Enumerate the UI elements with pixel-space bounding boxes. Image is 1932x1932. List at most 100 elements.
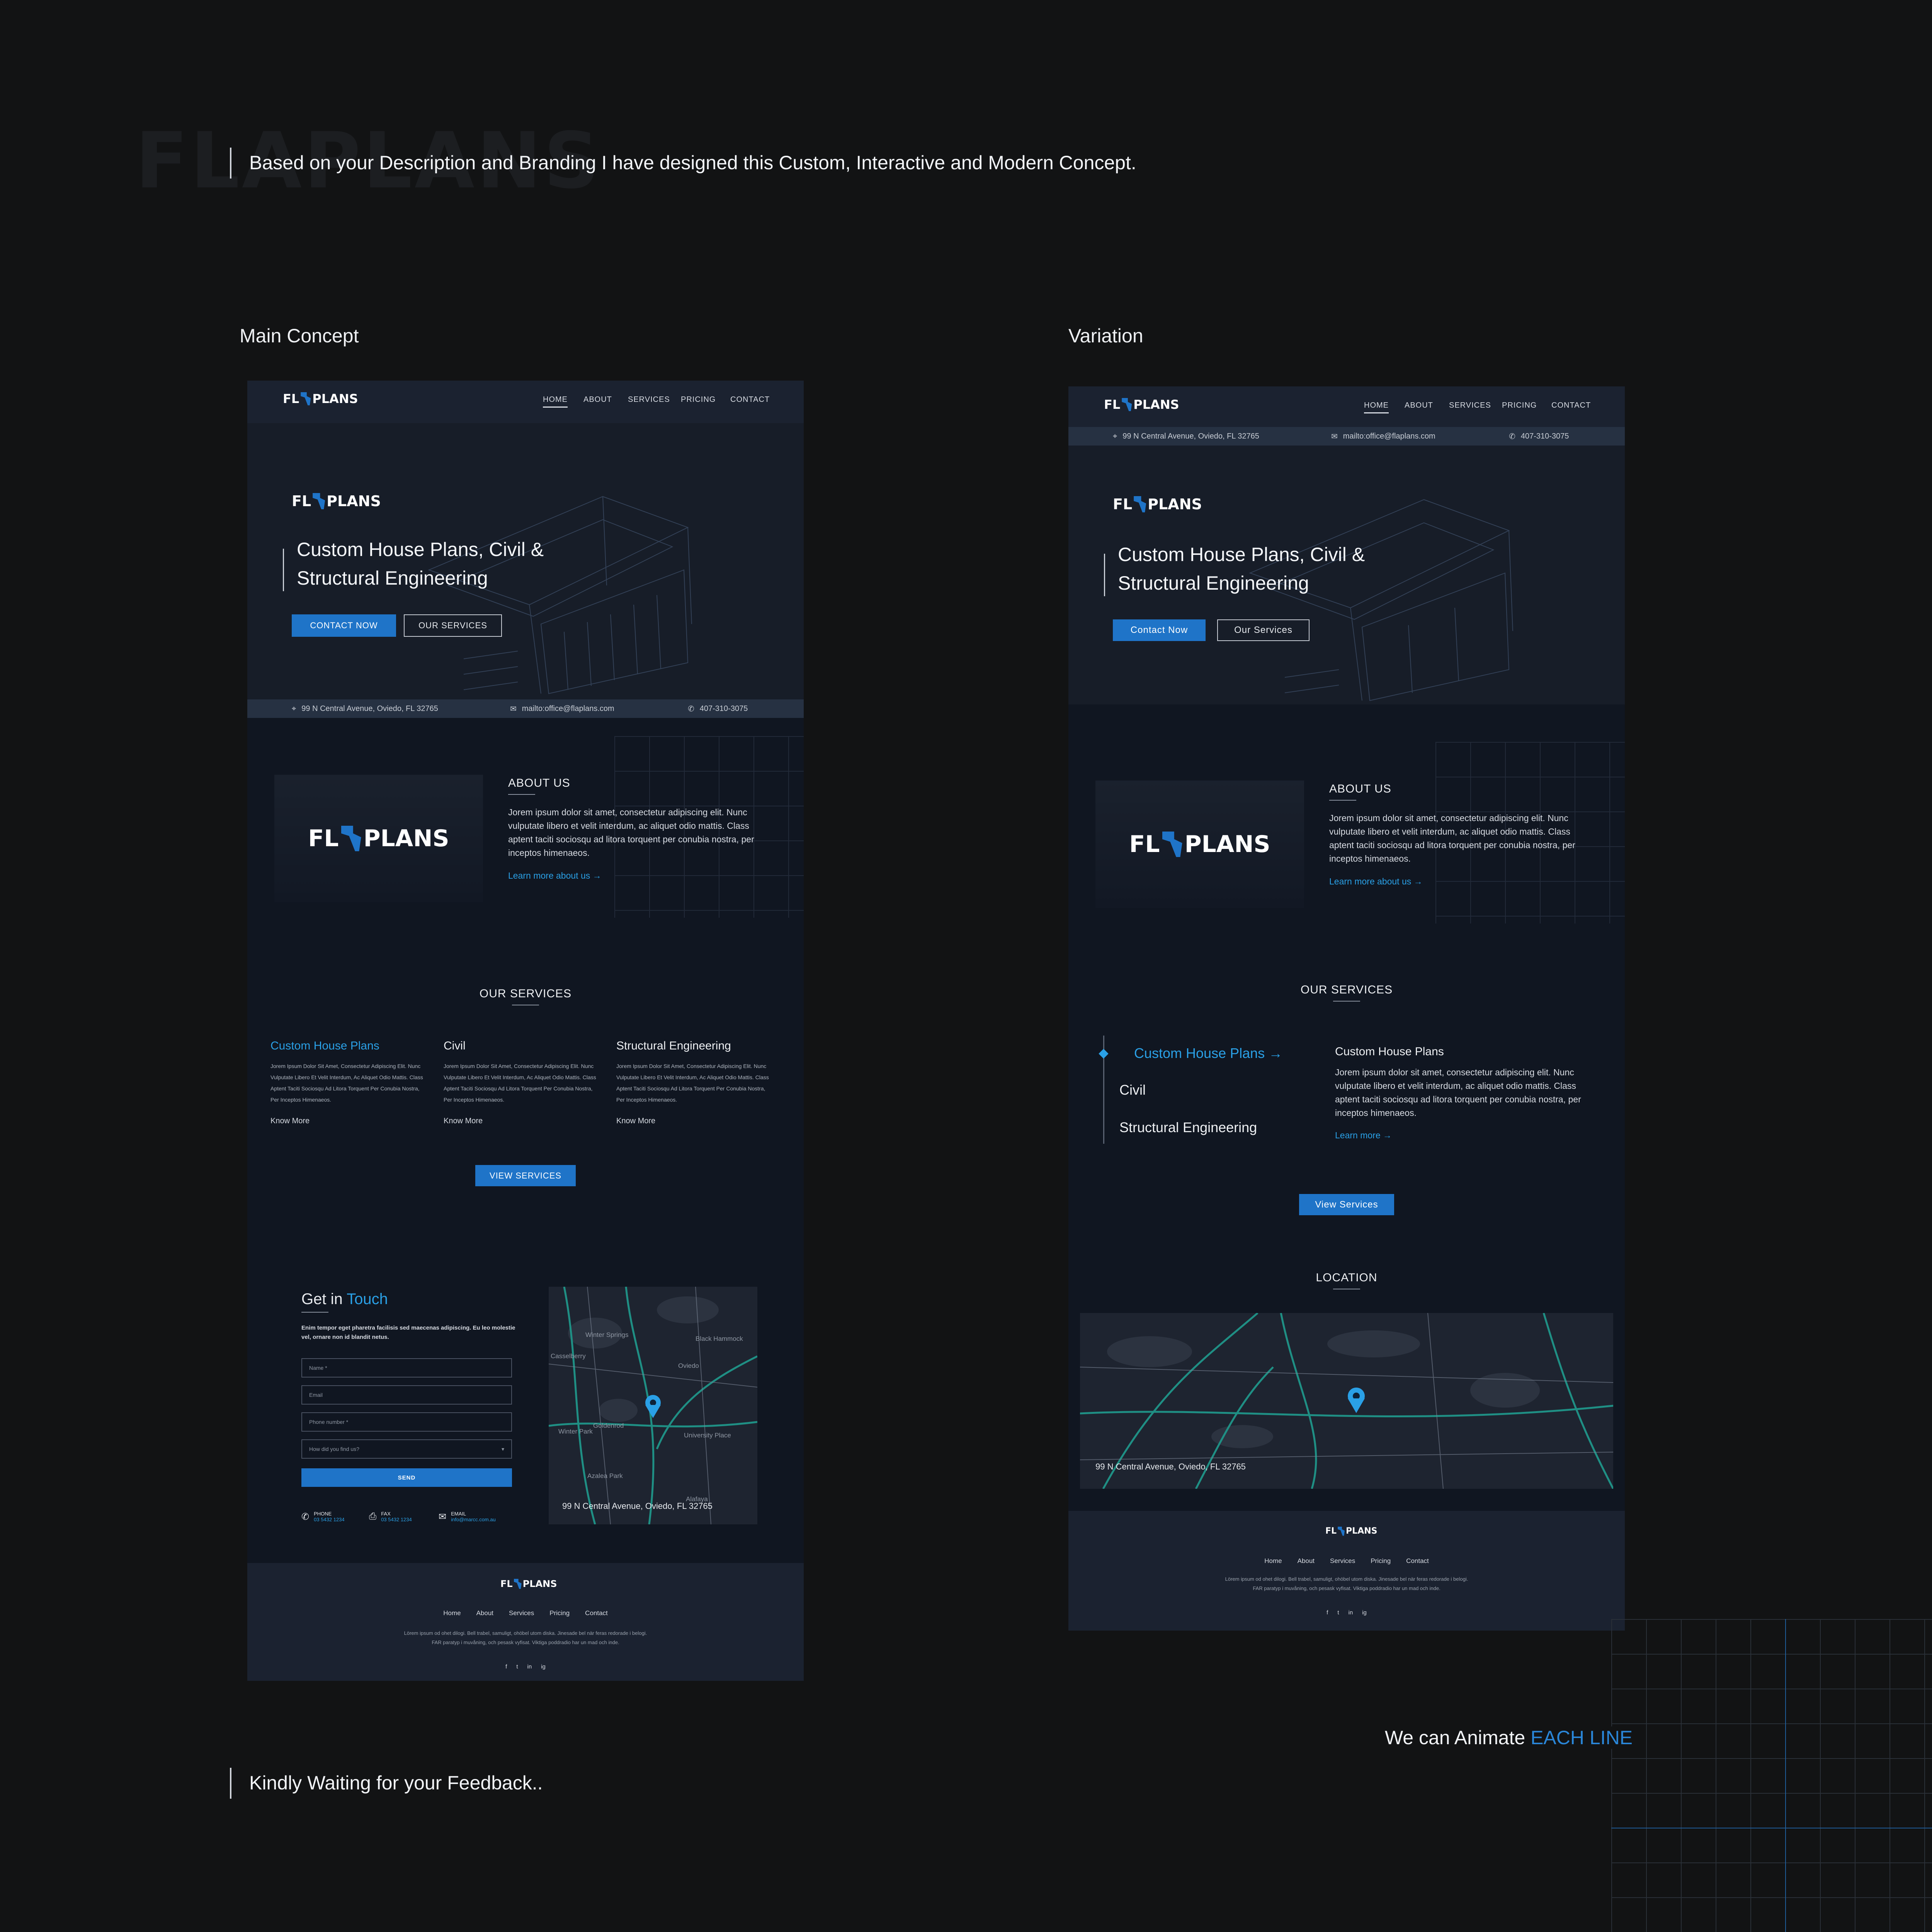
var-map[interactable]: 99 N Central Avenue, Oviedo, FL 32765	[1080, 1313, 1613, 1489]
main-nav-services[interactable]: SERVICES	[628, 395, 670, 404]
main-concept-label: Main Concept	[240, 325, 359, 347]
main-nav-home[interactable]: HOME	[543, 395, 568, 408]
var-our-services-button[interactable]: Our Services	[1217, 619, 1310, 641]
linkedin-icon[interactable]: in	[527, 1663, 532, 1670]
main-view-services-button[interactable]: VIEW SERVICES	[475, 1165, 576, 1186]
var-learn-more-link[interactable]: Learn more about us →	[1329, 876, 1423, 887]
footer-links: Home About Services Pricing Contact	[1068, 1557, 1625, 1565]
source-select[interactable]: How did you find us? ▾	[301, 1439, 512, 1459]
footer-logo[interactable]: FL PLANS	[500, 1578, 557, 1589]
main-address-item: ⌖ 99 N Central Avenue, Oviedo, FL 32765	[292, 704, 438, 713]
var-service-learn-more[interactable]: Learn more →	[1335, 1130, 1392, 1141]
main-contact-now-button[interactable]: CONTACT NOW	[292, 614, 396, 637]
florida-map-icon	[514, 1579, 522, 1589]
facebook-icon[interactable]: f	[505, 1663, 507, 1670]
var-services-heading: OUR SERVICES	[1300, 983, 1393, 996]
var-nav-contact[interactable]: CONTACT	[1551, 401, 1591, 410]
var-hero-title: Custom House Plans, Civil & Structural E…	[1118, 544, 1365, 594]
send-button[interactable]: SEND	[301, 1468, 512, 1487]
florida-map-icon	[1134, 496, 1146, 512]
footer-link-services[interactable]: Services	[509, 1609, 534, 1617]
var-contact-now-button[interactable]: Contact Now	[1113, 619, 1206, 641]
footer-text: Lörem ipsum od ohet dilogi. Bell trabel,…	[404, 1630, 647, 1645]
var-nav-about[interactable]: ABOUT	[1405, 401, 1433, 410]
contact-text: Enim tempor eget pharetra facilisis sed …	[301, 1325, 515, 1340]
main-nav-about[interactable]: ABOUT	[583, 395, 612, 404]
main-phone-item[interactable]: ✆ 407-310-3075	[688, 699, 748, 718]
corner-grid-decoration	[1611, 1619, 1932, 1932]
var-nav-services[interactable]: SERVICES	[1449, 401, 1491, 410]
var-info-bar: ⌖ 99 N Central Avenue, Oviedo, FL 32765 ✉…	[1068, 427, 1625, 446]
instagram-icon[interactable]: ig	[1362, 1609, 1367, 1616]
main-our-services-button[interactable]: OUR SERVICES	[404, 614, 502, 637]
services-underline	[1333, 1001, 1360, 1002]
hero-accent-bar	[1104, 554, 1105, 596]
footer-link-about[interactable]: About	[476, 1609, 493, 1617]
footer-link-contact[interactable]: Contact	[585, 1609, 608, 1617]
email-input[interactable]: Email	[301, 1385, 512, 1405]
var-service-tab-1[interactable]: Custom House Plans →	[1134, 1045, 1282, 1061]
main-nav-logo[interactable]: FL PLANS	[283, 391, 358, 406]
footer-social: f t in ig	[247, 1663, 804, 1670]
main-learn-more-link[interactable]: Learn more about us →	[508, 871, 602, 881]
footer-link-home[interactable]: Home	[443, 1609, 461, 1617]
hero-accent-bar	[283, 549, 284, 591]
main-service-title-1[interactable]: Custom House Plans	[270, 1039, 379, 1053]
map-label: Goldenrod	[593, 1422, 624, 1429]
phone-icon: ✆	[301, 1511, 310, 1522]
variation-label: Variation	[1068, 325, 1143, 347]
name-input[interactable]: Name *	[301, 1358, 512, 1378]
main-about-text: Jorem ipsum dolor sit amet, consectetur …	[508, 807, 754, 858]
linkedin-icon[interactable]: in	[1348, 1609, 1353, 1616]
phone-input[interactable]: Phone number *	[301, 1412, 512, 1432]
map-label: Winter Park	[558, 1428, 593, 1435]
var-about-image: FL PLANS	[1095, 781, 1304, 908]
var-view-services-button[interactable]: View Services	[1299, 1194, 1394, 1215]
main-nav-contact[interactable]: CONTACT	[730, 395, 770, 404]
main-nav-pricing[interactable]: PRICING	[681, 395, 716, 404]
contact-heading: Get in Touch	[301, 1291, 388, 1308]
map-label: University Place	[684, 1432, 731, 1439]
about-underline	[508, 794, 535, 795]
var-email-item[interactable]: ✉ mailto:office@flaplans.com	[1331, 427, 1435, 446]
map-label: Black Hammock	[696, 1335, 743, 1342]
footer-social: f t in ig	[1068, 1609, 1625, 1616]
florida-map-icon	[341, 826, 361, 851]
footer-link-pricing[interactable]: Pricing	[549, 1609, 570, 1617]
var-nav-home[interactable]: HOME	[1364, 401, 1389, 413]
location-heading: LOCATION	[1316, 1271, 1378, 1284]
active-tab-marker	[1099, 1049, 1109, 1059]
twitter-icon[interactable]: t	[1337, 1609, 1339, 1616]
about-underline	[1329, 800, 1356, 801]
var-nav-pricing[interactable]: PRICING	[1502, 401, 1537, 410]
contact-email: ✉ EMAIL info@marcc.com.au	[439, 1511, 496, 1522]
footer-logo[interactable]: FL PLANS	[1325, 1526, 1377, 1536]
main-service-more-1[interactable]: Know More	[270, 1117, 310, 1126]
about-logo: FL PLANS	[1129, 831, 1270, 858]
footer-link-home[interactable]: Home	[1264, 1557, 1282, 1565]
main-about-image: FL PLANS	[274, 775, 483, 902]
main-navbar: FL PLANS HOME ABOUT SERVICES PRICING CON…	[247, 381, 804, 423]
map-roads-illustration	[549, 1287, 757, 1524]
instagram-icon[interactable]: ig	[541, 1663, 546, 1670]
footer-link-about[interactable]: About	[1298, 1557, 1315, 1565]
footer-link-pricing[interactable]: Pricing	[1371, 1557, 1391, 1565]
fax-icon: ⎙	[369, 1511, 377, 1522]
var-nav-logo[interactable]: FL PLANS	[1104, 397, 1179, 412]
main-service-title-2[interactable]: Civil	[444, 1039, 466, 1053]
mail-icon: ✉	[510, 704, 517, 713]
var-service-tab-2[interactable]: Civil	[1119, 1082, 1146, 1098]
main-map[interactable]: Winter Springs Casselberry Black Hammock…	[549, 1287, 757, 1524]
main-service-more-2[interactable]: Know More	[444, 1117, 483, 1126]
main-email-item[interactable]: ✉ mailto:office@flaplans.com	[510, 699, 614, 718]
footer-link-contact[interactable]: Contact	[1406, 1557, 1429, 1565]
var-phone-item[interactable]: ✆ 407-310-3075	[1509, 427, 1569, 446]
twitter-icon[interactable]: t	[516, 1663, 518, 1670]
facebook-icon[interactable]: f	[1327, 1609, 1328, 1616]
contact-fax: ⎙ FAX 03 5432 1234	[369, 1511, 412, 1522]
footer-link-services[interactable]: Services	[1330, 1557, 1355, 1565]
florida-map-icon	[313, 493, 325, 509]
var-service-tab-3[interactable]: Structural Engineering	[1119, 1119, 1257, 1136]
main-service-more-3[interactable]: Know More	[616, 1117, 655, 1126]
main-service-title-3[interactable]: Structural Engineering	[616, 1039, 731, 1053]
